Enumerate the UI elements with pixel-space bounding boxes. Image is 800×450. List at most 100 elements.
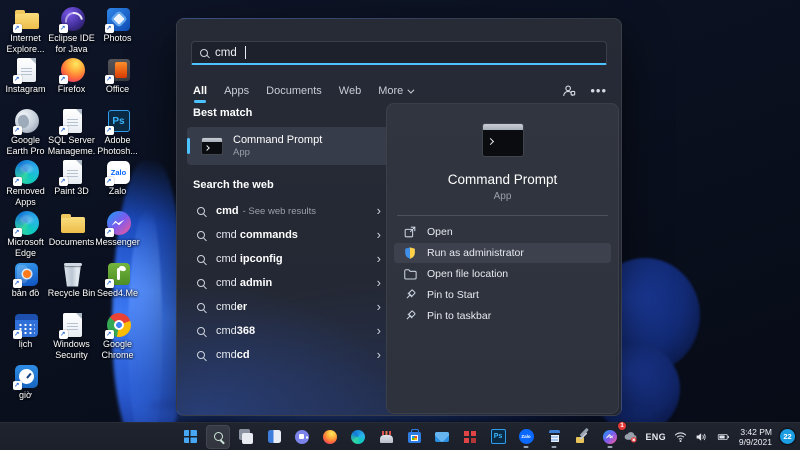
desktop-icon-label: Firefox [57, 84, 86, 94]
tray-wifi[interactable] [674, 431, 687, 443]
taskbar-notepad[interactable] [542, 425, 566, 449]
desktop-icon-sql-server-management[interactable]: SQL Server Manageme... [48, 107, 95, 158]
messenger-icon [104, 209, 133, 237]
suggestion-text: cmd - See web results [216, 205, 317, 217]
action-pin-to-taskbar[interactable]: Pin to taskbar [394, 306, 611, 326]
action-label: Open file location [427, 268, 509, 280]
taskbar-zalo[interactable]: Zalo [514, 425, 538, 449]
search-icon [197, 255, 205, 263]
battery-icon [717, 433, 729, 440]
taskbar-red-squares-app[interactable] [458, 425, 482, 449]
desktop-icon-lich[interactable]: lịch [4, 311, 49, 362]
desktop-icon-label: Windows Security [53, 339, 90, 360]
shortcut-arrow-icon [104, 24, 114, 33]
action-pin-to-start[interactable]: Pin to Start [394, 285, 611, 305]
edge-swirl-icon [12, 209, 41, 237]
desktop-icon-label: bản đồ [11, 288, 40, 298]
taskbar-search-button[interactable] [206, 424, 230, 449]
desktop-icon-zalo[interactable]: Zalo Zalo [96, 158, 141, 209]
tab-apps[interactable]: Apps [224, 85, 249, 97]
volume-icon [696, 432, 706, 441]
desktop-icon-instagram[interactable]: Instagram [4, 56, 49, 107]
taskbar-edge[interactable] [346, 425, 370, 449]
folder-icon [12, 5, 41, 33]
account-icon[interactable] [562, 84, 576, 98]
action-run-as-administrator[interactable]: Run as administrator [394, 243, 611, 263]
desktop-icon-removed-apps[interactable]: Removed Apps [4, 158, 49, 209]
desktop-icon-grid: Internet Explore... Instagram Google Ear… [4, 5, 141, 413]
notification-count-badge[interactable]: 22 [780, 429, 795, 444]
taskbar-mail[interactable] [430, 425, 454, 449]
clock-date: 9/9/2021 [738, 436, 772, 447]
tab-more[interactable]: More [378, 85, 415, 97]
desktop-icon-internet-explorer[interactable]: Internet Explore... [4, 5, 49, 56]
search-input[interactable]: cmd [191, 41, 607, 65]
taskbar-admin-tools[interactable] [570, 425, 594, 449]
desktop-icon-google-earth-pro[interactable]: Google Earth Pro [4, 107, 49, 158]
web-suggestion-row[interactable]: cmdcd › [187, 343, 389, 367]
desktop-column-2: Eclipse IDE for Java an... Firefox SQL S… [48, 5, 95, 413]
desktop-icon-seed4me[interactable]: Seed4.Me [96, 260, 141, 311]
desktop-column-1: Internet Explore... Instagram Google Ear… [4, 5, 49, 413]
best-match-result[interactable]: Command Prompt App [187, 127, 389, 165]
pin-icon [406, 310, 416, 320]
clock-time: 3:42 PM [740, 426, 772, 437]
web-suggestion-row[interactable]: cmd368 › [187, 319, 389, 343]
desktop-icon-ban-do[interactable]: bản đồ [4, 260, 49, 311]
language-indicator[interactable]: ENG [646, 432, 666, 442]
desktop-icon-label: Google Chrome [101, 339, 134, 360]
seed4me-icon [104, 260, 133, 288]
shortcut-arrow-icon [104, 177, 114, 186]
tab-documents[interactable]: Documents [266, 85, 322, 97]
shortcut-arrow-icon [12, 228, 22, 237]
best-match-header: Best match [193, 107, 253, 119]
action-label: Open [427, 226, 453, 238]
tray-volume[interactable] [695, 431, 708, 443]
desktop-icon-messenger[interactable]: Messenger [95, 209, 141, 260]
web-suggestion-row[interactable]: cmder › [187, 295, 389, 319]
taskbar-photoshop[interactable]: Ps [486, 425, 510, 449]
tray-onedrive[interactable] [623, 430, 638, 443]
desktop-icon-documents[interactable]: Documents [49, 209, 95, 260]
tray-battery[interactable] [716, 431, 731, 443]
desktop-icon-firefox[interactable]: Firefox [50, 56, 95, 107]
widgets-button[interactable] [262, 425, 286, 449]
desktop-icon-adobe-photoshop[interactable]: Ps Adobe Photosh... [96, 107, 141, 158]
taskbar-clock[interactable]: 3:42 PM 9/9/2021 [739, 427, 772, 447]
desktop-icon-recycle-bin[interactable]: Recycle Bin [48, 260, 95, 311]
start-button[interactable] [178, 425, 202, 449]
taskbar-cake-app[interactable] [374, 425, 398, 449]
desktop-icon-eclipse-ide[interactable]: Eclipse IDE for Java an... [48, 5, 95, 56]
red-squares-app-icon [464, 430, 476, 443]
web-suggestion-row[interactable]: cmd - See web results › [187, 199, 389, 223]
task-view-button[interactable] [234, 425, 258, 449]
desktop-icon-google-chrome[interactable]: Google Chrome [96, 311, 141, 362]
web-suggestion-row[interactable]: cmd commands › [187, 223, 389, 247]
document-icon [58, 311, 87, 339]
teams-chat-button[interactable] [290, 425, 314, 449]
chevron-down-icon [407, 86, 415, 94]
desktop-icon-microsoft-edge[interactable]: Microsoft Edge [4, 209, 49, 260]
tray-chevron-up[interactable] [604, 431, 615, 442]
tab-all[interactable]: All [193, 85, 207, 103]
taskbar-firefox[interactable] [318, 425, 342, 449]
tab-web[interactable]: Web [339, 85, 361, 97]
suggestion-text: cmder [216, 301, 248, 313]
desktop-icon-photos[interactable]: Photos [96, 5, 141, 56]
desktop-icon-office[interactable]: Office [96, 56, 141, 107]
desktop-icon-gio[interactable]: giờ [4, 362, 49, 413]
ellipsis-menu-icon[interactable]: ••• [590, 84, 607, 97]
action-open[interactable]: Open [394, 222, 611, 242]
taskbar-microsoft-store[interactable] [402, 425, 426, 449]
action-open-file-location[interactable]: Open file location [394, 264, 611, 284]
tab-label: Documents [266, 85, 322, 97]
desktop-icon-windows-security[interactable]: Windows Security [50, 311, 95, 362]
web-suggestion-row[interactable]: cmd ipconfig › [187, 247, 389, 271]
detail-subtitle: App [493, 191, 512, 202]
desktop-icon-label: giờ [19, 390, 32, 400]
web-suggestion-row[interactable]: cmd admin › [187, 271, 389, 295]
chevron-right-icon: › [376, 275, 381, 290]
search-icon [197, 351, 205, 359]
best-match-text: Command Prompt App [233, 134, 322, 158]
desktop-icon-paint-3d[interactable]: Paint 3D [50, 158, 95, 209]
